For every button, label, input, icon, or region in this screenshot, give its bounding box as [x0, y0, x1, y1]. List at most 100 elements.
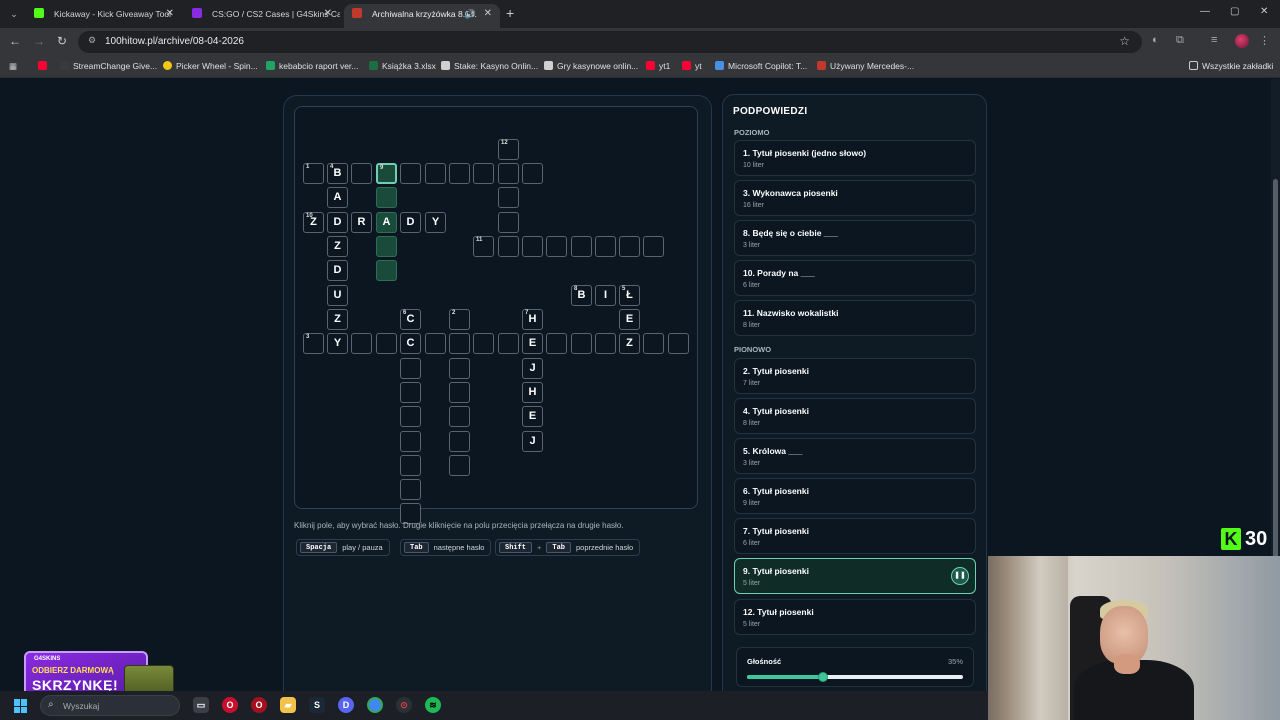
crossword-cell[interactable] [546, 333, 567, 354]
crossword-cell[interactable]: 11 [473, 236, 494, 257]
crossword-cell[interactable]: 7H [522, 309, 543, 330]
crossword-cell[interactable] [400, 358, 421, 379]
crossword-cell[interactable] [498, 187, 519, 208]
crossword-cell[interactable]: J [522, 431, 543, 452]
clue-item[interactable]: 11. Nazwisko wokalistki 8 liter [734, 300, 976, 336]
crossword-cell[interactable] [400, 382, 421, 403]
crossword-cell[interactable]: 1 [303, 163, 324, 184]
crossword-cell[interactable] [643, 236, 664, 257]
crossword-cell[interactable]: R [351, 212, 372, 233]
crossword-cell[interactable] [449, 333, 470, 354]
crossword-cell[interactable] [449, 406, 470, 427]
discord-icon[interactable]: D [338, 697, 354, 713]
close-tab-icon[interactable]: ✕ [484, 4, 492, 24]
tab-crossword[interactable]: Archiwalna krzyżówka 8.04. 🔊 ✕ [344, 4, 500, 28]
clue-item[interactable]: 9. Tytuł piosenki 5 liter ❚❚ [734, 558, 976, 594]
crossword-cell[interactable]: 2 [449, 309, 470, 330]
crossword-cell[interactable]: 10 Z [303, 212, 324, 233]
crossword-cell[interactable] [522, 236, 543, 257]
crossword-cell[interactable]: H [522, 382, 543, 403]
task-view-icon[interactable]: ▭ [193, 697, 209, 713]
crossword-cell[interactable] [449, 431, 470, 452]
crossword-cell[interactable] [449, 358, 470, 379]
crossword-cell[interactable] [498, 333, 519, 354]
crossword-cell[interactable]: Y [327, 333, 348, 354]
crossword-cell[interactable] [400, 479, 421, 500]
crossword-cell[interactable] [449, 382, 470, 403]
crossword-cell[interactable] [498, 212, 519, 233]
tab-kickaway[interactable]: Kickaway - Kick Giveaway Tool ✕ [26, 4, 182, 28]
windows-start-icon[interactable] [14, 699, 28, 713]
crossword-cell[interactable] [376, 187, 397, 208]
crossword-cell[interactable]: A [376, 212, 397, 233]
crossword-cell[interactable] [449, 163, 470, 184]
bookmark-ksiazka[interactable]: Książka 3.xlsx [369, 61, 436, 71]
clue-item[interactable]: 10. Porady na ___ 6 liter [734, 260, 976, 296]
clue-item[interactable]: 5. Królowa ___ 3 liter [734, 438, 976, 474]
crossword-cell[interactable] [351, 163, 372, 184]
crossword-cell[interactable] [425, 333, 446, 354]
crossword-cell[interactable] [643, 333, 664, 354]
crossword-cell[interactable]: Z [327, 309, 348, 330]
crossword-cell[interactable] [595, 236, 616, 257]
spotify-icon[interactable]: ≋ [425, 697, 441, 713]
crossword-cell[interactable] [473, 333, 494, 354]
crossword-cell[interactable] [376, 333, 397, 354]
scrollbar-thumb[interactable] [1273, 179, 1278, 559]
bookmark-mercedes[interactable]: Używany Mercedes-... [817, 61, 914, 71]
crossword-cell[interactable] [376, 236, 397, 257]
play-pause-icon[interactable]: ❚❚ [951, 567, 969, 585]
extensions-puzzle-icon[interactable]: ⧉ [1176, 34, 1184, 47]
reload-icon[interactable]: ↻ [57, 34, 67, 48]
crossword-cell[interactable] [376, 260, 397, 281]
crossword-cell[interactable]: 4B [327, 163, 348, 184]
apps-grid-icon[interactable]: ▦ [9, 61, 17, 72]
site-info-icon[interactable]: ⚙ [88, 35, 96, 46]
crossword-cell[interactable]: E [522, 333, 543, 354]
clue-item[interactable]: 8. Będę się o ciebie ___ 3 liter [734, 220, 976, 256]
bookmark-yt1[interactable]: yt1 [646, 61, 670, 71]
crossword-cell[interactable]: J [522, 358, 543, 379]
close-tab-icon[interactable]: ✕ [166, 4, 174, 24]
crossword-cell[interactable]: 8B [571, 285, 592, 306]
crossword-cell[interactable] [400, 406, 421, 427]
crossword-cell[interactable] [425, 163, 446, 184]
bookmark-star-icon[interactable]: ☆ [1119, 34, 1130, 48]
new-tab-icon[interactable]: + [506, 6, 514, 20]
clue-item[interactable]: 2. Tytuł piosenki 7 liter [734, 358, 976, 394]
taskbar-search[interactable]: ⌕ Wyszukaj [40, 695, 180, 716]
crossword-cell[interactable] [498, 163, 519, 184]
profile-avatar[interactable] [1235, 34, 1249, 48]
crossword-cell[interactable]: 6C [400, 309, 421, 330]
clue-item[interactable]: 7. Tytuł piosenki 6 liter [734, 518, 976, 554]
crossword-cell[interactable]: D [327, 212, 348, 233]
bookmark-yt[interactable]: yt [682, 61, 702, 71]
clue-item[interactable]: 3. Wykonawca piosenki 16 liter [734, 180, 976, 216]
bookmark-gry-kasynowe[interactable]: Gry kasynowe onlin... [544, 61, 638, 71]
volume-knob[interactable] [817, 672, 828, 682]
minimize-icon[interactable]: — [1200, 6, 1210, 17]
volume-slider[interactable] [747, 672, 963, 682]
crossword-cell[interactable] [400, 455, 421, 476]
opera-icon[interactable]: O [222, 697, 238, 713]
crossword-cell[interactable]: A [327, 187, 348, 208]
clue-item[interactable]: 6. Tytuł piosenki 9 liter [734, 478, 976, 514]
crossword-cell[interactable] [619, 236, 640, 257]
crossword-cell[interactable] [571, 236, 592, 257]
crossword-cell[interactable] [351, 333, 372, 354]
crossword-cell[interactable]: 5Ł [619, 285, 640, 306]
crossword-cell[interactable]: E [619, 309, 640, 330]
clue-item[interactable]: 1. Tytuł piosenki (jedno słowo) 10 liter [734, 140, 976, 176]
tab-search-icon[interactable]: ⌄ [6, 6, 22, 22]
maximize-icon[interactable]: ▢ [1230, 6, 1239, 17]
crossword-cell[interactable] [668, 333, 689, 354]
crossword-cell[interactable]: Z [327, 236, 348, 257]
bookmark-stake[interactable]: Stake: Kasyno Onlin... [441, 61, 538, 71]
crossword-cell[interactable]: U [327, 285, 348, 306]
address-bar[interactable]: ⚙ 100hitow.pl/archive/08-04-2026 ☆ [78, 31, 1142, 53]
back-icon[interactable]: ← [9, 34, 21, 48]
crossword-cell[interactable] [400, 431, 421, 452]
clue-item[interactable]: 4. Tytuł piosenki 8 liter [734, 398, 976, 434]
bookmark-kebabcio[interactable]: kebabcio raport ver... [266, 61, 358, 71]
crossword-cell[interactable]: Z [619, 333, 640, 354]
